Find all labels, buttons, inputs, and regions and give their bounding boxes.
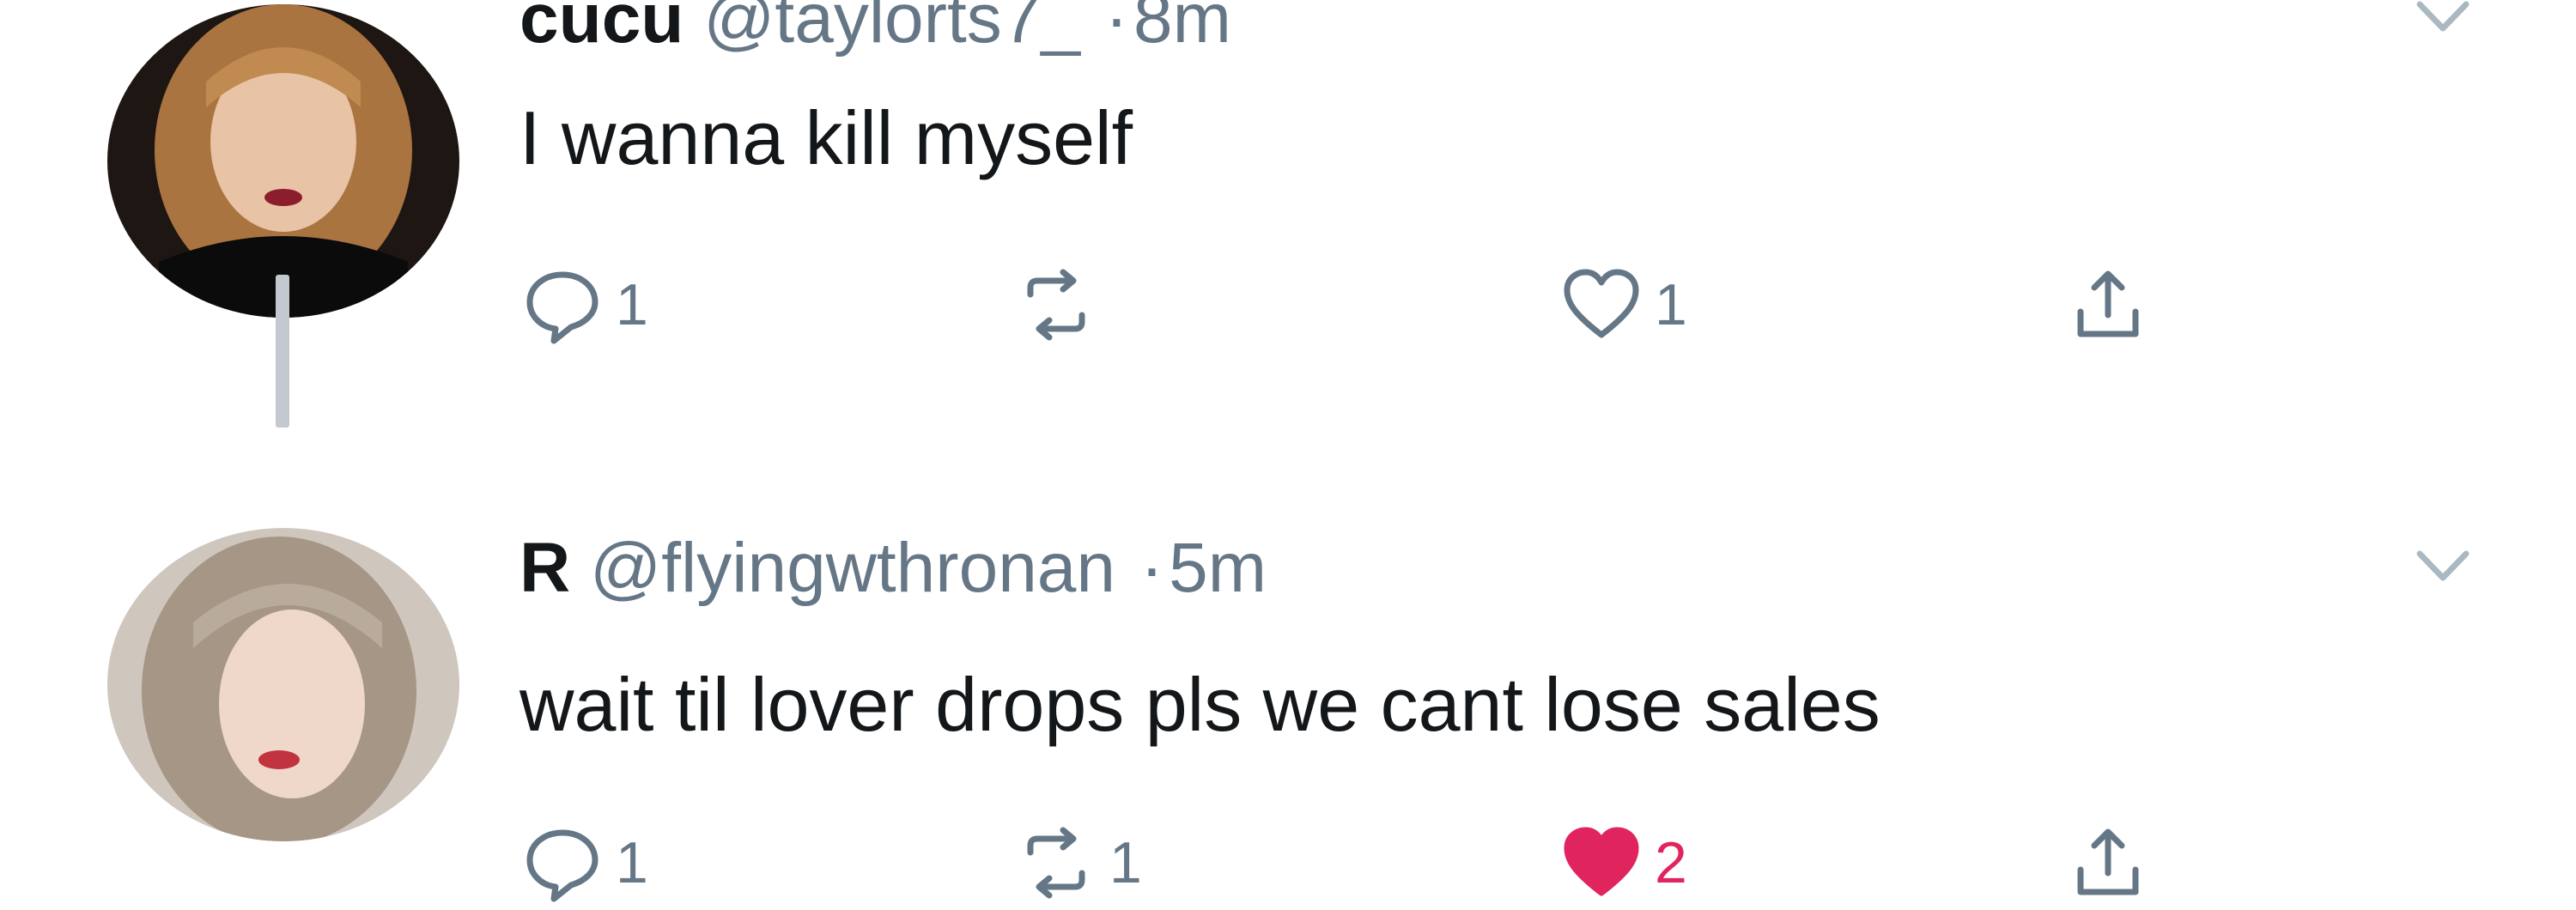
tweet-actions: 1 1 bbox=[519, 258, 2576, 352]
share-button[interactable] bbox=[2065, 816, 2151, 910]
reply-count: 1 bbox=[616, 830, 648, 895]
reply-count: 1 bbox=[616, 272, 648, 337]
like-count: 1 bbox=[1655, 272, 1687, 337]
retweet-icon bbox=[1013, 262, 1099, 348]
handle[interactable]: @flyingwthronan bbox=[590, 529, 1115, 607]
tweet-text: wait til lover drops pls we cant lose sa… bbox=[519, 662, 1880, 747]
timestamp[interactable]: 5m bbox=[1169, 529, 1267, 607]
share-icon bbox=[2065, 820, 2151, 906]
separator: · bbox=[1104, 0, 1129, 58]
like-button[interactable]: 2 bbox=[1558, 816, 1687, 910]
tweet-header: R @flyingwthronan ·5m bbox=[519, 528, 1267, 609]
display-name[interactable]: cucu bbox=[519, 0, 683, 58]
reply-button[interactable]: 1 bbox=[519, 816, 648, 910]
avatar[interactable] bbox=[107, 4, 459, 318]
chevron-down-icon[interactable] bbox=[2413, 545, 2473, 588]
reply-icon bbox=[519, 820, 605, 906]
retweet-button[interactable] bbox=[1013, 258, 1109, 352]
retweet-icon bbox=[1013, 820, 1099, 906]
thread-line bbox=[276, 275, 289, 428]
retweet-button[interactable]: 1 bbox=[1013, 816, 1142, 910]
like-button[interactable]: 1 bbox=[1558, 258, 1687, 352]
reply-icon bbox=[519, 262, 605, 348]
like-count: 2 bbox=[1655, 830, 1687, 895]
share-button[interactable] bbox=[2065, 258, 2151, 352]
heart-icon bbox=[1558, 820, 1644, 906]
tweet-header: cucu @taylorts7_ ·8m bbox=[519, 0, 1231, 59]
tweet-text: I wanna kill myself bbox=[519, 95, 1133, 180]
retweet-count: 1 bbox=[1109, 830, 1142, 895]
chevron-down-icon[interactable] bbox=[2413, 0, 2473, 39]
heart-icon bbox=[1558, 262, 1644, 348]
timestamp[interactable]: 8m bbox=[1133, 0, 1231, 58]
separator: · bbox=[1139, 529, 1164, 607]
tweet-actions: 1 1 2 bbox=[519, 816, 2576, 910]
tweet[interactable]: R @flyingwthronan ·5m wait til lover dro… bbox=[0, 511, 2576, 906]
share-icon bbox=[2065, 262, 2151, 348]
handle[interactable]: @taylorts7_ bbox=[703, 0, 1080, 58]
tweet[interactable]: cucu @taylorts7_ ·8m I wanna kill myself… bbox=[0, 0, 2576, 428]
avatar[interactable] bbox=[107, 528, 459, 841]
reply-button[interactable]: 1 bbox=[519, 258, 648, 352]
display-name[interactable]: R bbox=[519, 529, 570, 607]
